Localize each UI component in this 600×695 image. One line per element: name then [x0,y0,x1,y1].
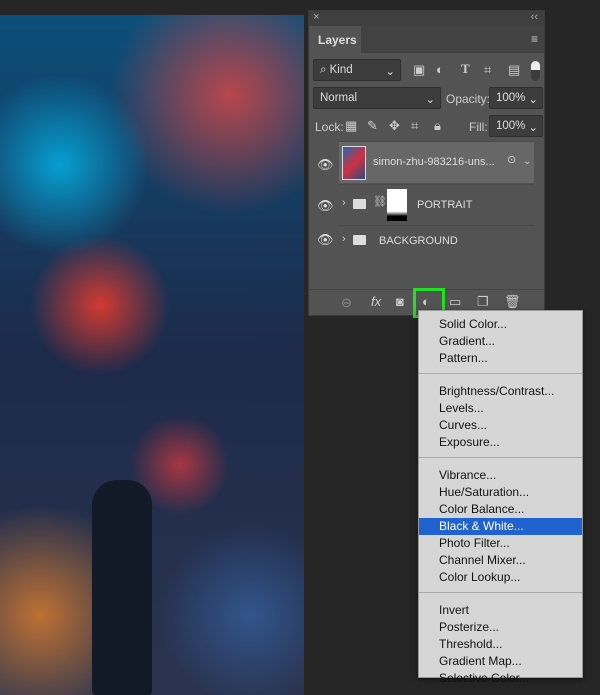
fill-label: Fill: [469,120,488,134]
filter-kind-select[interactable]: ⌕ Kind ⌄ [313,59,401,81]
visibility-eye-icon[interactable]: 👁︎ [317,198,334,214]
folder-icon [353,199,366,209]
visibility-eye-icon[interactable]: 👁︎ [317,232,334,248]
shape-filter-icon[interactable]: ⌗ [484,62,491,78]
menu-item[interactable]: Vibrance... [419,467,582,484]
expand-arrow-icon[interactable]: › [342,233,346,245]
canvas-photo [0,15,304,695]
link-layers-icon[interactable]: ⊖ [341,295,352,311]
opacity-label: Opacity: [446,92,491,106]
delete-icon[interactable]: 🗑︎ [504,294,521,310]
menu-item[interactable]: Color Balance... [419,501,582,518]
menu-item[interactable]: Gradient Map... [419,653,582,670]
lock-transparent-icon[interactable]: ▦ [345,118,357,134]
menu-item[interactable]: Hue/Saturation... [419,484,582,501]
menu-item[interactable]: Threshold... [419,636,582,653]
menu-item[interactable]: Brightness/Contrast... [419,383,582,400]
menu-item[interactable]: Color Lookup... [419,569,582,586]
adjustment-menu: Solid Color... Gradient... Pattern... Brigh… [418,310,583,685]
menu-item[interactable]: Black & White... [419,518,582,535]
lock-position-icon[interactable]: ✥ [389,118,400,134]
menu-separator [419,592,582,593]
layer-thumbnail [342,146,366,180]
layer-name: simon-zhu-983216-uns... [373,156,495,168]
filter-kind-label: Kind [329,64,353,76]
add-mask-icon[interactable]: ◙ [396,294,404,309]
menu-item[interactable]: Selective Color... [419,670,582,687]
smart-filter-icon: ⊙ [507,154,517,166]
menu-item[interactable]: Photo Filter... [419,535,582,552]
new-layer-icon[interactable]: ❐ [477,294,489,310]
menu-item[interactable]: Levels... [419,400,582,417]
menu-item[interactable]: Gradient... [419,333,582,350]
collapse-icon[interactable]: ‹‹ [531,11,538,23]
menu-item[interactable]: Posterize... [419,619,582,636]
fx-icon[interactable]: fx [371,294,381,309]
expand-chevron-icon[interactable]: ⌄ [523,156,531,167]
photo-person [92,480,152,695]
mask-thumbnail [387,189,407,221]
lock-image-icon[interactable]: ✎ [367,118,378,134]
lock-label: Lock: [315,120,344,134]
fill-value: 100% [496,120,526,132]
new-group-icon[interactable]: ▭ [449,294,461,310]
menu-item[interactable]: Solid Color... [419,316,582,333]
blend-mode-value: Normal [320,92,358,104]
type-filter-icon[interactable]: T [461,61,470,77]
fill-input[interactable]: 100% ⌄ [489,115,543,137]
menu-item[interactable]: Curves... [419,417,582,434]
link-icon: ⛓︎ [373,196,387,208]
visibility-eye-icon[interactable]: 👁︎ [317,157,334,173]
layer-name: BACKGROUND [379,235,458,247]
close-icon[interactable]: × [313,11,319,23]
opacity-value: 100% [496,92,526,104]
filter-toggle[interactable] [531,61,540,81]
lock-artboard-icon[interactable]: ⌗ [411,118,418,134]
folder-icon [353,235,366,245]
opacity-input[interactable]: 100% ⌄ [489,87,543,109]
menu-separator [419,457,582,458]
adjustment-filter-icon[interactable]: ◐ [436,62,444,77]
panel-menu-icon[interactable]: ≡ [531,32,538,46]
smart-object-filter-icon[interactable]: ▤ [508,62,520,78]
menu-item[interactable]: Exposure... [419,434,582,451]
menu-item[interactable]: Pattern... [419,350,582,367]
menu-separator [419,373,582,374]
image-filter-icon[interactable]: ▣ [413,62,425,78]
tab-layers[interactable]: Layers [309,26,361,53]
menu-item[interactable]: Invert [419,602,582,619]
layers-panel: × ‹‹ Layers ≡ ⌕ Kind ⌄ ▣ ◐ T ⌗ ▤ Normal ⌄ Op… [308,10,545,316]
layer-name: PORTRAIT [417,199,473,211]
expand-arrow-icon[interactable]: › [342,197,346,209]
lock-all-icon[interactable]: 🔒︎ [434,118,441,134]
blend-mode-select[interactable]: Normal ⌄ [313,87,441,109]
menu-item[interactable]: Channel Mixer... [419,552,582,569]
